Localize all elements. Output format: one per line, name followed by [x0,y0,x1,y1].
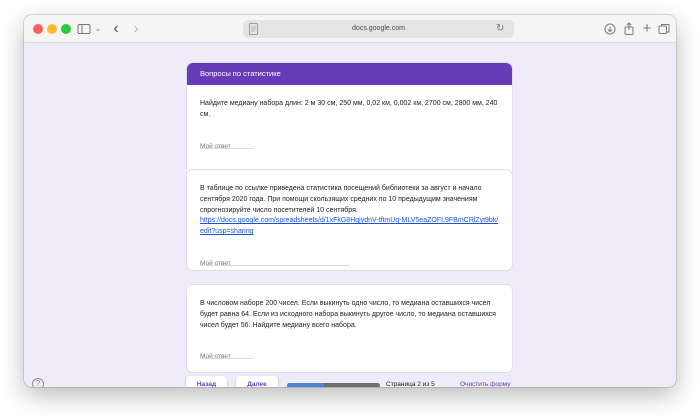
close-window-button[interactable] [33,24,43,34]
question-card-2: В таблице по ссылке приведена статистика… [186,169,513,271]
question-card-1: Вопросы по статистике Найдите медиану на… [186,62,513,182]
answer-underline [200,147,254,149]
clear-form-button[interactable]: Очистить форму [460,379,510,387]
answer-field-3 [200,345,499,363]
back-button[interactable]: Назад [186,376,227,387]
question-text-3: В числовом наборе 200 чисел. Если выкину… [200,300,496,329]
url-text: docs.google.com [352,25,405,32]
progress-bar-fill [287,383,325,387]
forward-arrow-icon[interactable]: › [130,21,142,37]
page-indicator: Страница 2 из 5 [386,381,435,387]
chevron-down-icon[interactable]: ⌄ [94,21,102,37]
share-icon[interactable] [622,21,636,37]
progress-bar [287,383,380,387]
question-text-2: В таблице по ссылке приведена статистика… [200,185,482,214]
tabs-overview-icon[interactable] [657,21,671,37]
answer-underline [200,358,254,360]
form-content: Вопросы по статистике Найдите медиану на… [24,44,676,387]
new-tab-icon[interactable]: + [640,21,654,37]
question-text-1: Найдите медиану набора длин: 2 м 30 см, … [200,100,498,118]
reload-icon[interactable]: ↻ [496,23,507,34]
answer-field-2 [200,252,499,270]
next-button[interactable]: Далее [236,376,278,387]
zoom-window-button[interactable] [61,24,71,34]
back-arrow-icon[interactable]: ‹ [110,21,122,37]
answer-input-2[interactable] [200,257,350,270]
answer-input-1[interactable] [200,140,254,153]
browser-toolbar: ⌄ ‹ › docs.google.com ↻ + [24,15,676,43]
minimize-window-button[interactable] [47,24,57,34]
browser-window: ⌄ ‹ › docs.google.com ↻ + Вопросы по ста… [24,15,676,387]
download-icon[interactable] [603,21,617,37]
help-icon[interactable]: ? [32,378,44,387]
section-title: Вопросы по статистике [187,63,512,85]
answer-underline [200,264,350,266]
address-bar[interactable]: docs.google.com ↻ [243,20,514,38]
answer-input-3[interactable] [200,350,254,363]
sidebar-icon[interactable] [77,21,91,37]
answer-field-1 [200,135,499,153]
question-card-3: В числовом наборе 200 чисел. Если выкину… [186,284,513,373]
spreadsheet-link[interactable]: https://docs.google.com/spreadsheets/d/1… [200,216,499,238]
